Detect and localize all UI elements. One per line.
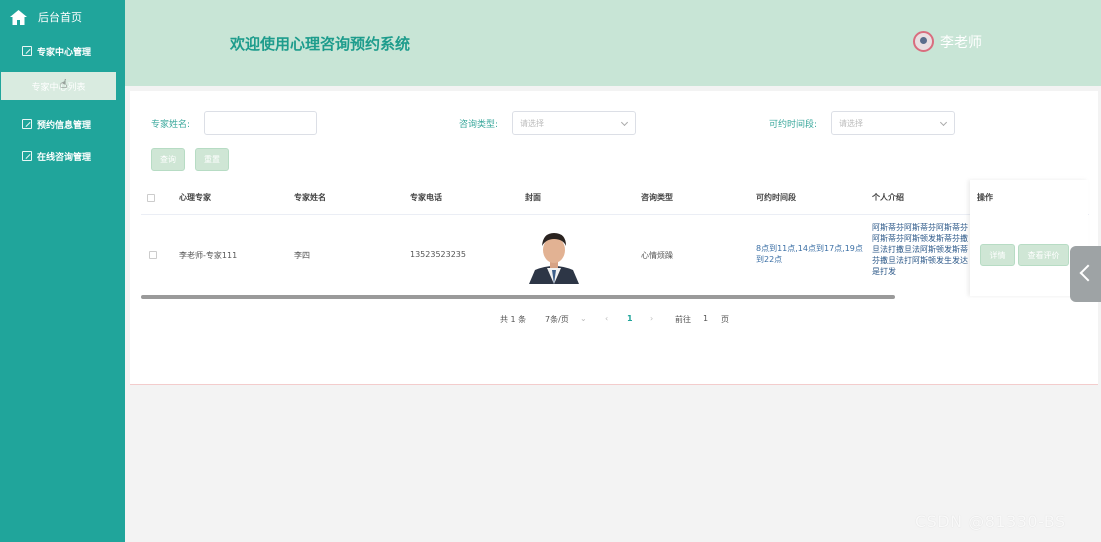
column-header: 封面 (525, 193, 541, 202)
edit-icon (22, 46, 32, 56)
sidebar-item-label: 预约信息管理 (37, 120, 92, 131)
column-header: 专家姓名 (294, 193, 326, 202)
page-number[interactable]: 1 (627, 314, 633, 323)
time-label: 可约时间段: (769, 120, 818, 130)
column-header: 可约时间段 (756, 193, 796, 202)
sidebar-subitem-expert-list[interactable]: 专家中心列表 (1, 72, 116, 100)
column-header: 个人介绍 (872, 193, 904, 202)
edit-icon (22, 151, 32, 161)
sidebar-item-label: 专家中心管理 (37, 47, 92, 58)
sidebar-home[interactable]: 后台首页 (10, 7, 82, 27)
cell-type: 心情烦躁 (641, 251, 673, 260)
goto-input[interactable]: 1 (703, 314, 708, 323)
user-name: 李老师 (940, 34, 982, 51)
watermark: CSDN @81330-BS (915, 512, 1066, 531)
horizontal-scrollbar[interactable] (141, 295, 895, 299)
home-icon (10, 9, 27, 25)
detail-button[interactable]: 详情 (980, 244, 1015, 266)
chevron-left-icon[interactable] (1070, 246, 1101, 302)
time-placeholder: 请选择 (839, 118, 863, 128)
select-all-checkbox[interactable] (147, 194, 155, 202)
next-page-icon[interactable]: › (650, 314, 653, 323)
column-header-operation: 操作 (977, 193, 993, 202)
query-button[interactable]: 查询 (151, 148, 185, 171)
consult-type-select[interactable]: 请选择 (512, 111, 636, 135)
avatar (913, 31, 934, 52)
page-title: 欢迎使用心理咨询预约系统 (230, 35, 411, 53)
sidebar-item-online-consult[interactable]: 在线咨询管理 (22, 149, 91, 163)
expert-name-label: 专家姓名: (151, 120, 191, 130)
consult-type-placeholder: 请选择 (520, 118, 544, 128)
chevron-down-icon (939, 118, 948, 127)
cell-time: 8点到11点,14点到17点,19点到22点 (756, 244, 863, 264)
time-select[interactable]: 请选择 (831, 111, 955, 135)
expert-photo (525, 226, 583, 284)
sidebar-home-label: 后台首页 (38, 11, 82, 24)
consult-type-label: 咨询类型: (459, 120, 499, 130)
goto-label: 前往 (675, 315, 691, 324)
reset-button[interactable]: 重置 (195, 148, 229, 171)
row-checkbox[interactable] (149, 251, 157, 259)
sidebar-subitem-label: 专家中心列表 (31, 82, 86, 93)
header: 欢迎使用心理咨询预约系统 李老师 (125, 0, 1101, 86)
page-size-select[interactable]: 7条/页 (545, 314, 569, 325)
sidebar-item-expert-center[interactable]: 专家中心管理 (22, 44, 91, 58)
cell-expert: 李老师-专家111 (179, 251, 238, 260)
page-suffix: 页 (721, 315, 729, 324)
chevron-down-icon (620, 118, 629, 127)
cell-intro: 阿斯蒂芬阿斯蒂芬阿斯蒂芬阿斯蒂芬阿斯顿发斯蒂芬撒旦法打撒旦法阿斯顿发斯蒂芬撒旦法… (872, 223, 968, 276)
user-menu[interactable]: 李老师 (913, 31, 982, 52)
sidebar: 后台首页 专家中心管理 专家中心列表 ☝ 预约信息管理 在线咨询管理 (0, 0, 125, 542)
sidebar-item-appointment[interactable]: 预约信息管理 (22, 117, 91, 131)
pagination-total: 共 1 条 (500, 315, 527, 324)
cell-phone: 13523523235 (410, 250, 466, 259)
prev-page-icon[interactable]: ‹ (605, 314, 608, 323)
hand-cursor-icon: ☝ (60, 77, 68, 91)
chevron-down-icon: ⌄ (580, 314, 587, 323)
column-header: 咨询类型 (641, 193, 673, 202)
view-review-button[interactable]: 查看评价 (1018, 244, 1069, 266)
calendar-icon (22, 119, 32, 129)
column-header: 心理专家 (179, 193, 211, 202)
expert-name-input[interactable] (204, 111, 317, 135)
table-header-divider (141, 214, 1089, 215)
column-header: 专家电话 (410, 193, 442, 202)
cell-name: 李四 (294, 251, 310, 260)
sidebar-item-label: 在线咨询管理 (37, 152, 92, 163)
